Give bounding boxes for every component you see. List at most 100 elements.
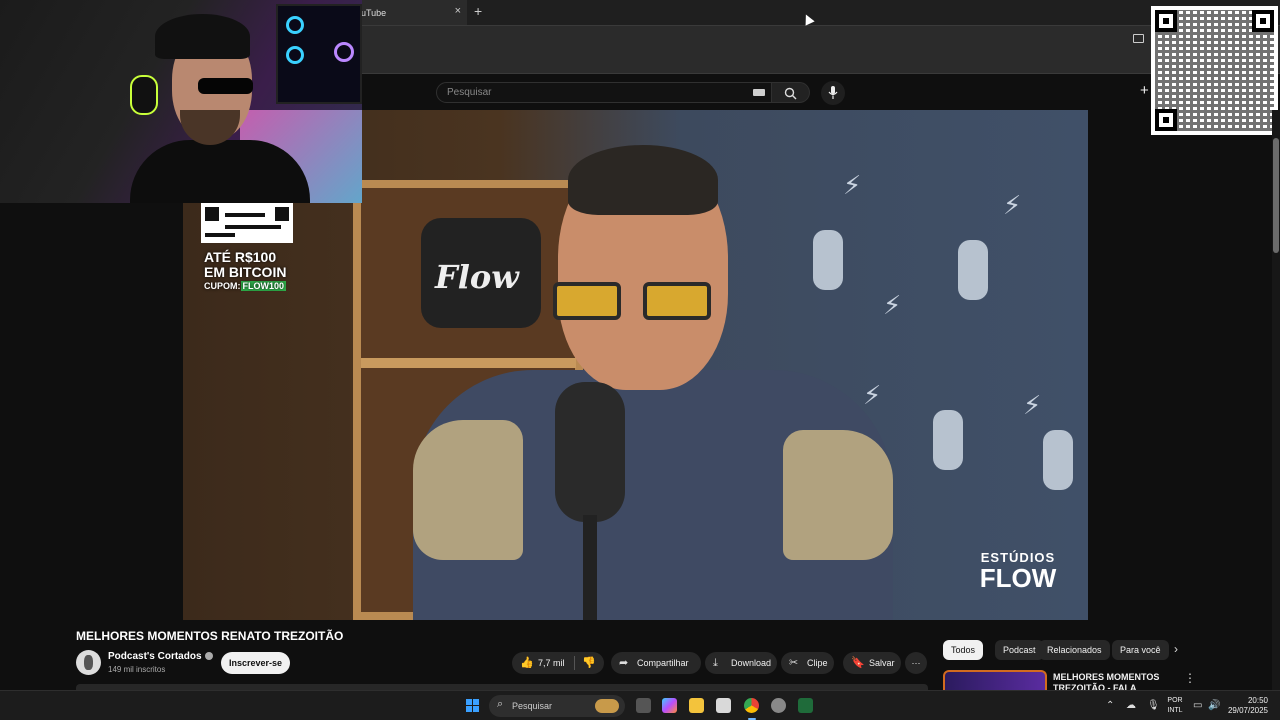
chip-todos[interactable]: Todos — [943, 640, 984, 660]
channel-avatar[interactable] — [76, 650, 101, 675]
windows-taskbar: ⌕ Pesquisar ⌃ ☁ 🎙 POR INTL ▭ 🔊 20:50 29/… — [0, 690, 1280, 720]
scissors-icon: ✂ — [789, 657, 799, 669]
create-button[interactable]: + — [1140, 82, 1149, 99]
clock-time: 20:50 — [1247, 696, 1268, 705]
search-icon: ⌕ — [497, 698, 504, 710]
wall-mic-pattern — [1043, 430, 1073, 490]
keyboard-icon[interactable] — [753, 89, 765, 96]
watermark-line2: FLOW — [979, 563, 1057, 593]
share-icon: ➦ — [619, 657, 629, 669]
volume-icon[interactable]: 🔊 — [1208, 700, 1220, 711]
lightning-icon: ⚡ — [1023, 390, 1042, 420]
save-button[interactable]: 🔖 Salvar — [843, 652, 901, 674]
subscribe-button[interactable]: Inscrever-se — [221, 652, 290, 674]
new-tab-button[interactable]: + — [474, 3, 482, 19]
promo-cupom-label: CUPOM: — [204, 281, 241, 291]
clip-button[interactable]: ✂ Clipe — [781, 652, 834, 674]
headphone-icon — [130, 75, 158, 115]
microphone-icon — [828, 86, 838, 99]
video-details: MELHORES MOMENTOS RENATO TREZOITÃO Podca… — [0, 620, 1280, 690]
save-label: Salvar — [869, 658, 895, 668]
tab-title: uTube — [361, 8, 387, 18]
like-count[interactable]: 7,7 mil — [538, 652, 565, 674]
webcam-bg-monitor — [276, 4, 362, 104]
system-clock[interactable]: 20:50 29/07/2025 — [1226, 696, 1268, 716]
streamer-cap — [155, 14, 250, 59]
search-button[interactable] — [772, 82, 810, 103]
more-vert-icon[interactable]: ⋮ — [1184, 671, 1196, 685]
channel-name[interactable]: Podcast's Cortados — [108, 651, 202, 662]
chip-para-voce[interactable]: Para você — [1112, 640, 1169, 660]
network-icon[interactable]: ▭ — [1193, 700, 1202, 711]
copilot-icon[interactable] — [662, 698, 677, 713]
shelf-board — [361, 358, 576, 368]
qr-code-overlay — [1151, 6, 1278, 135]
share-button[interactable]: ➦ Compartilhar — [611, 652, 701, 674]
search-highlight-icon — [595, 699, 619, 713]
cast-icon[interactable] — [1133, 34, 1144, 43]
cloud-icon[interactable]: ☁ — [1126, 700, 1136, 711]
search-icon — [784, 87, 797, 100]
promo-line2: EM BITCOIN — [204, 264, 287, 280]
studio-microphone — [555, 382, 625, 522]
microsoft-store-icon[interactable] — [716, 698, 731, 713]
chevron-right-icon[interactable]: › — [1174, 642, 1178, 656]
task-view-icon[interactable] — [636, 698, 651, 713]
guest-hair — [568, 145, 718, 215]
taskbar-search-label: Pesquisar — [512, 701, 553, 711]
studio-watermark: ESTÚDIOS FLOW — [968, 550, 1068, 591]
app-icon[interactable] — [798, 698, 813, 713]
chip-relacionados[interactable]: Relacionados — [1039, 640, 1110, 660]
promo-cupom-line: CUPOM: FLOW100 — [204, 280, 294, 292]
verified-icon — [204, 652, 213, 661]
tab-close-icon[interactable]: × — [455, 5, 461, 17]
guest-sleeve — [413, 420, 523, 560]
qr-finder — [1155, 10, 1177, 32]
file-explorer-icon[interactable] — [689, 698, 704, 713]
share-label: Compartilhar — [637, 658, 689, 668]
recommended-thumbnail[interactable] — [943, 670, 1047, 690]
flow-sign-text: Flow — [435, 258, 519, 296]
voice-search-button[interactable] — [821, 81, 845, 105]
app-icon[interactable] — [771, 698, 786, 713]
promo-line1: ATÉ R$100 — [204, 249, 277, 265]
clip-label: Clipe — [807, 658, 828, 668]
streamer-webcam — [0, 0, 362, 203]
guest-sleeve — [783, 430, 893, 560]
search-placeholder: Pesquisar — [447, 87, 492, 98]
rgb-fan — [334, 42, 354, 62]
subscriber-count: 149 mil inscritos — [108, 665, 166, 674]
guest-glasses — [553, 282, 723, 322]
like-divider — [574, 656, 575, 670]
more-actions-button[interactable]: ··· — [905, 652, 927, 674]
chip-podcast[interactable]: Podcast — [995, 640, 1044, 660]
scrollbar-thumb[interactable] — [1273, 138, 1279, 253]
thumbs-down-icon[interactable]: 👎 — [582, 652, 596, 674]
microphone-icon[interactable]: 🎙 — [1147, 700, 1160, 711]
browser-tab-youtube[interactable]: uTube × — [345, 0, 467, 25]
wall-mic-pattern — [813, 230, 843, 290]
download-button[interactable]: ⤓ Download — [705, 652, 777, 674]
qr-finder — [1252, 10, 1274, 32]
like-dislike-pill: 👍 7,7 mil 👎 — [512, 652, 604, 674]
rgb-fan — [286, 16, 304, 34]
channel-name-row[interactable]: Podcast's Cortados — [108, 651, 213, 662]
qr-finder — [1155, 109, 1177, 131]
mic-stand — [583, 515, 597, 620]
page-scrollbar[interactable] — [1272, 110, 1280, 690]
rgb-fan — [286, 46, 304, 64]
wall-mic-pattern — [933, 410, 963, 470]
windows-start-icon[interactable] — [466, 699, 480, 713]
chevron-up-icon[interactable]: ⌃ — [1106, 700, 1114, 711]
taskbar-search[interactable]: ⌕ Pesquisar — [489, 695, 625, 717]
input-language[interactable]: POR INTL — [1166, 696, 1184, 716]
lang-line2: INTL — [1167, 707, 1183, 714]
chrome-icon[interactable] — [744, 698, 759, 713]
search-input[interactable]: Pesquisar — [436, 82, 772, 103]
thumbs-up-icon[interactable]: 👍 — [520, 652, 534, 674]
download-icon: ⤓ — [713, 657, 718, 669]
clock-date: 29/07/2025 — [1227, 706, 1268, 715]
recommended-title[interactable]: MELHORES MOMENTOS TREZOITÃO - FALA GLAUB… — [1053, 672, 1173, 690]
streamer-sunglasses — [198, 78, 253, 94]
lang-line1: POR — [1167, 697, 1183, 704]
